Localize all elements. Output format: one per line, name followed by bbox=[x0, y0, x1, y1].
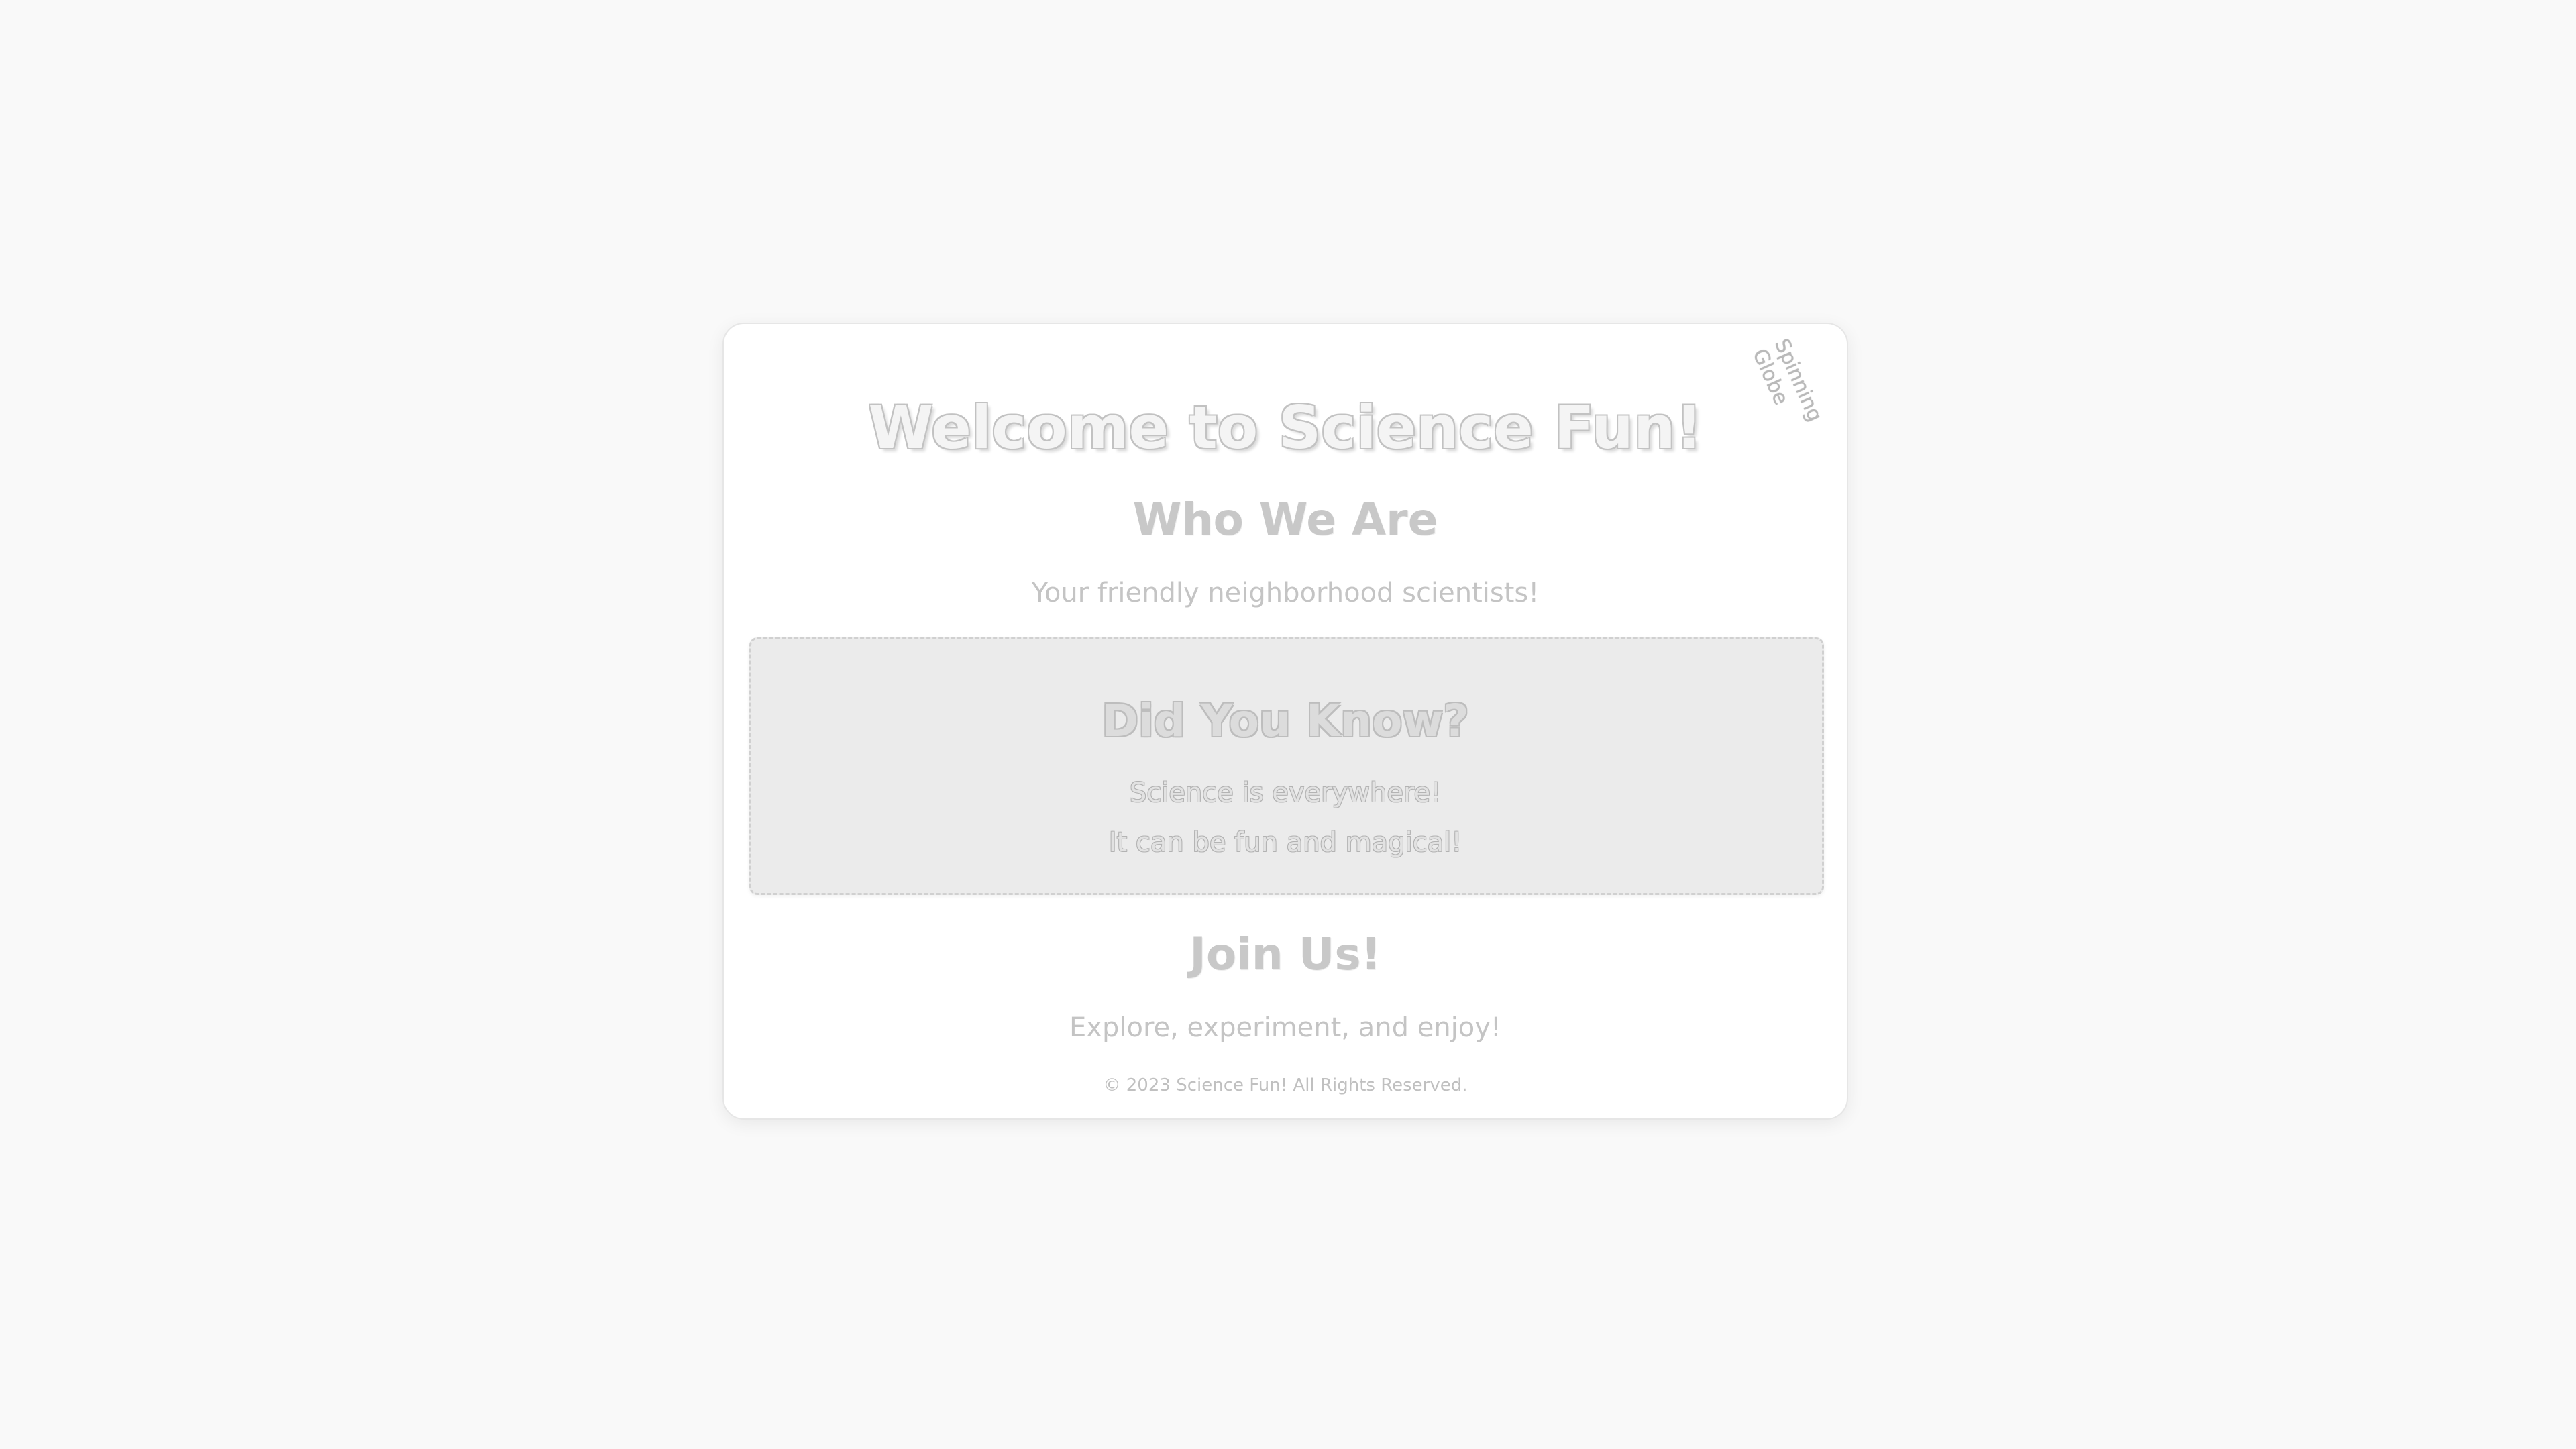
join-heading: Join Us! bbox=[1189, 928, 1381, 980]
about-heading: Who We Are bbox=[1132, 494, 1438, 545]
fact-line-2: It can be fun and magical! bbox=[1108, 827, 1462, 858]
footer-copyright: © 2023 Science Fun! All Rights Reserved. bbox=[1103, 1075, 1468, 1095]
about-text: Your friendly neighborhood scientists! bbox=[1031, 578, 1540, 608]
fact-heading: Did You Know? bbox=[1102, 695, 1469, 747]
fact-line-1: Science is everywhere! bbox=[1129, 777, 1442, 808]
join-text: Explore, experiment, and enjoy! bbox=[1069, 1012, 1501, 1043]
page-title: Welcome to Science Fun! bbox=[868, 393, 1703, 462]
